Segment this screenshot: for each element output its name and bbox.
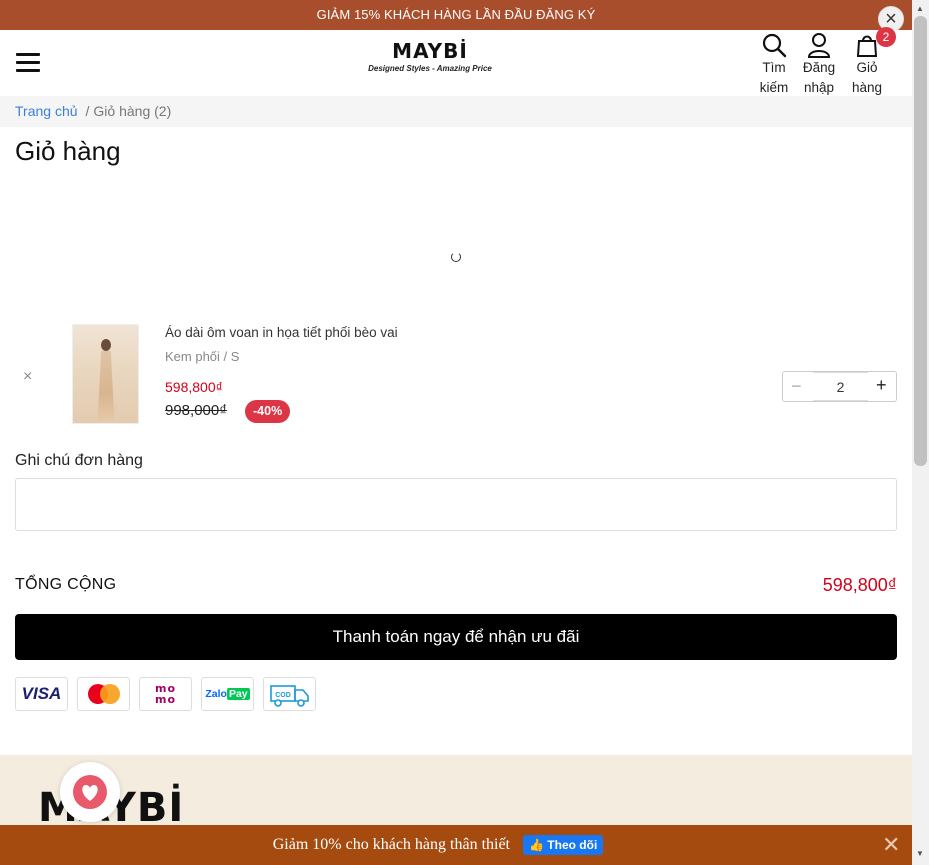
- zalopay-label-suffix: Pay: [226, 688, 250, 700]
- login-button[interactable]: Đăng nhập: [798, 32, 840, 98]
- follow-label: Theo dõi: [547, 838, 598, 852]
- logo-tagline: Designed Styles - Amazing Price: [368, 64, 492, 73]
- checkout-button[interactable]: Thanh toán ngay để nhận ưu đãi: [15, 614, 897, 660]
- breadcrumb-home-link[interactable]: Trang chủ: [15, 103, 78, 119]
- cart-label-line1: Giỏ: [856, 60, 878, 75]
- total-value: 598,800₫: [822, 575, 897, 595]
- scrollbar[interactable]: ▲ ▼: [912, 0, 929, 865]
- scroll-down-icon[interactable]: ▼: [916, 849, 924, 858]
- quantity-minus-button[interactable]: −: [791, 376, 802, 397]
- product-name-link[interactable]: Áo dài ôm voan in họa tiết phối bèo vai: [165, 325, 398, 340]
- product-variant: Kem phối / S: [165, 349, 240, 364]
- login-label-line2: nhập: [803, 80, 835, 95]
- loyalty-close-icon[interactable]: ✕: [882, 833, 900, 857]
- cart-count-badge: 2: [876, 27, 896, 47]
- breadcrumb: Trang chủ / Giỏ hàng (2): [0, 96, 912, 127]
- zalopay-icon: Zalo Pay: [201, 677, 254, 711]
- follow-button[interactable]: 👍 Theo dõi: [523, 835, 604, 855]
- thumbs-up-icon: 👍: [529, 838, 544, 852]
- mastercard-icon: [77, 677, 130, 711]
- loyalty-bar: Giảm 10% cho khách hàng thân thiết 👍 The…: [0, 825, 912, 865]
- product-old-price: 998,000₫: [165, 402, 227, 419]
- order-note-input[interactable]: [15, 478, 897, 531]
- zalopay-label-prefix: Zalo: [205, 688, 227, 700]
- heart-icon: [82, 785, 98, 801]
- cart-item: × Áo dài ôm voan in họa tiết phối bèo va…: [15, 320, 897, 430]
- wishlist-button[interactable]: [60, 762, 120, 822]
- loading-spinner-icon: [451, 252, 461, 262]
- breadcrumb-separator: /: [85, 103, 90, 119]
- search-icon: [762, 33, 787, 58]
- product-thumbnail[interactable]: [72, 324, 139, 424]
- discount-badge: -40%: [245, 400, 291, 423]
- search-button[interactable]: Tìm kiếm: [754, 32, 794, 98]
- search-label-line1: Tìm: [762, 60, 786, 75]
- product-price: 598,800₫: [165, 379, 223, 395]
- user-icon: [807, 33, 831, 58]
- cart-button[interactable]: 2 Giỏ hàng: [848, 27, 896, 98]
- remove-item-icon[interactable]: ×: [23, 368, 32, 386]
- loyalty-text: Giảm 10% cho khách hàng thân thiết: [272, 836, 510, 853]
- promo-text: GIẢM 15% KHÁCH HÀNG LẦN ĐẦU ĐĂNG KÝ: [316, 7, 596, 22]
- cod-label: COD: [275, 692, 291, 699]
- visa-icon: VISA: [15, 677, 68, 711]
- site-header: MAYBİ Designed Styles - Amazing Price Tì…: [0, 27, 912, 98]
- login-label-line1: Đăng: [802, 60, 836, 75]
- scroll-up-icon[interactable]: ▲: [916, 4, 924, 13]
- logo-text: MAYBİ: [392, 39, 468, 63]
- order-note-label: Ghi chú đơn hàng: [15, 452, 143, 469]
- momo-icon: mo mo: [139, 677, 192, 711]
- search-label-line2: kiếm: [759, 80, 789, 95]
- breadcrumb-current: Giỏ hàng (2): [93, 103, 172, 119]
- scroll-thumb[interactable]: [914, 16, 927, 466]
- menu-icon[interactable]: [16, 53, 40, 73]
- promo-bar: GIẢM 15% KHÁCH HÀNG LẦN ĐẦU ĐĂNG KÝ: [0, 0, 912, 30]
- logo[interactable]: MAYBİ Designed Styles - Amazing Price: [365, 40, 495, 73]
- quantity-stepper: − 2 +: [782, 371, 897, 402]
- momo-label-line2: mo: [154, 693, 177, 706]
- cart-label-line2: hàng: [851, 80, 883, 95]
- page-title: Giỏ hàng: [15, 136, 121, 166]
- visa-label: VISA: [21, 684, 62, 703]
- quantity-plus-button[interactable]: +: [876, 375, 887, 396]
- quantity-input[interactable]: 2: [813, 372, 868, 401]
- cod-truck-icon: COD: [263, 677, 316, 711]
- total-label: TỔNG CỘNG: [15, 576, 117, 593]
